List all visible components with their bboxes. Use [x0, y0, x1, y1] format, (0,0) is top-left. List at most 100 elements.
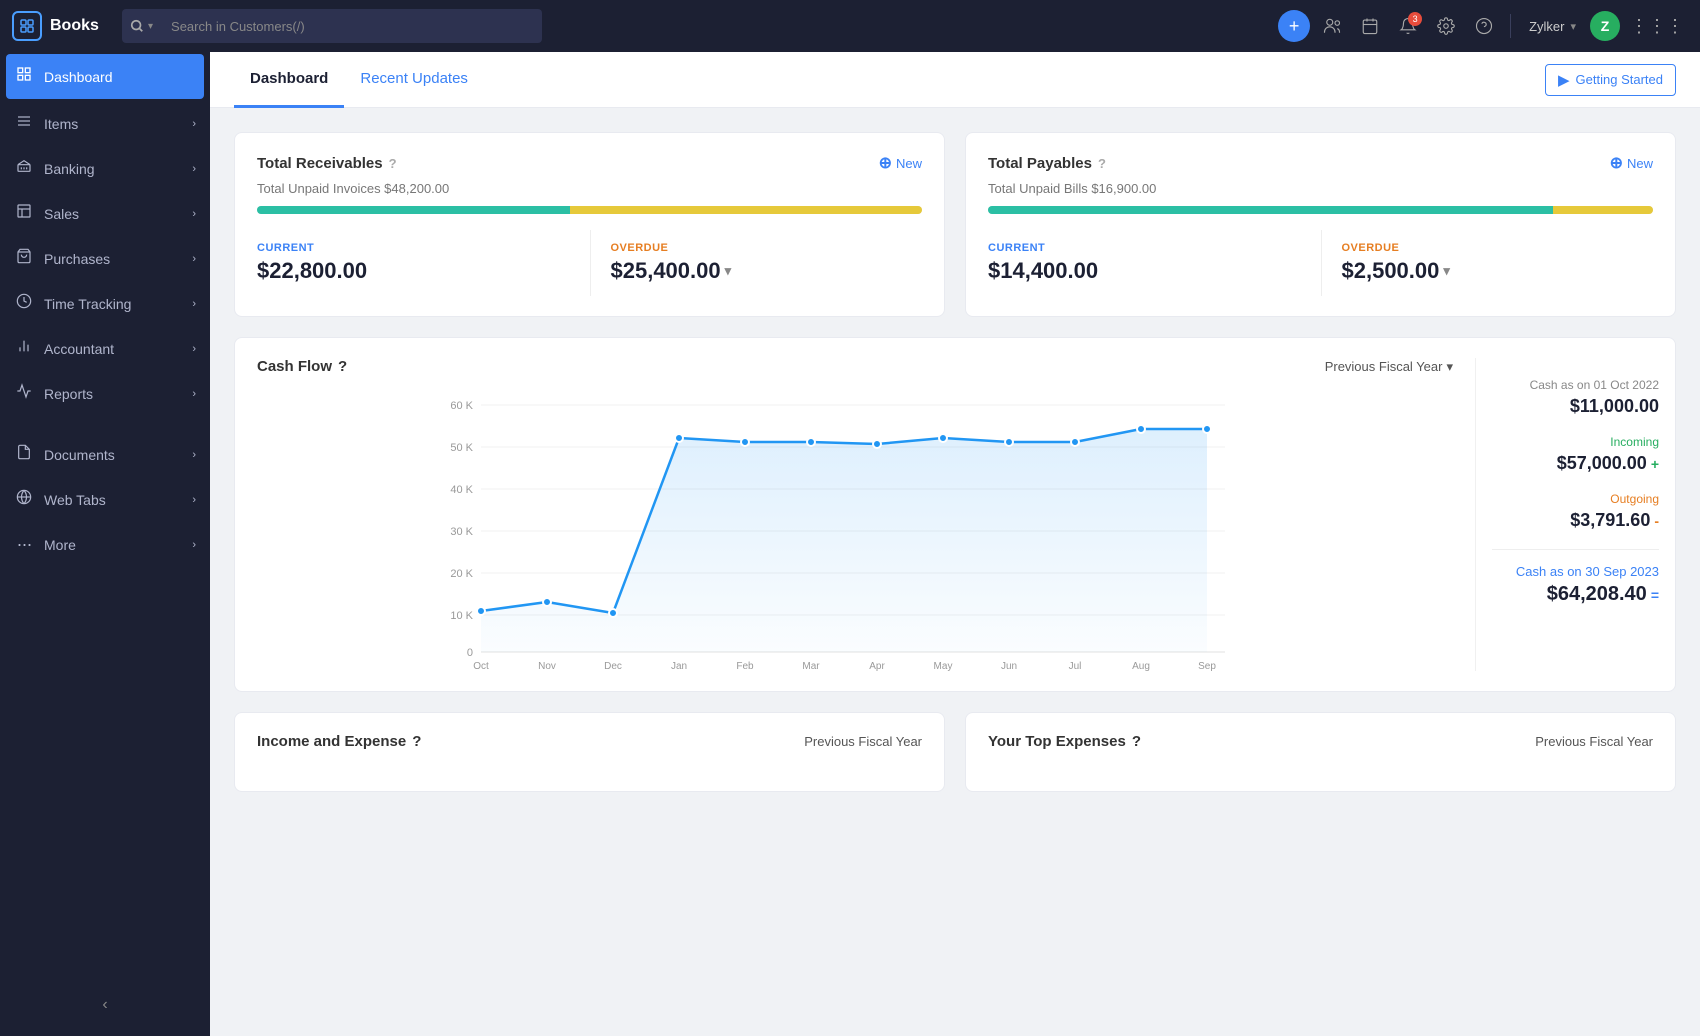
receivables-card: Total Receivables ? ⊕ New Total Unpaid I…: [234, 132, 945, 317]
app-grid-button[interactable]: ⋮⋮⋮: [1626, 12, 1688, 41]
sidebar-item-sales[interactable]: Sales ›: [0, 191, 210, 236]
receivables-current-metric: CURRENT $22,800.00: [257, 230, 590, 296]
sidebar-item-label: Documents: [44, 447, 115, 463]
sidebar-item-web-tabs[interactable]: Web Tabs ›: [0, 477, 210, 522]
cashflow-card: Cash Flow ? Previous Fiscal Year ▾ 60 K …: [234, 337, 1676, 692]
search-mode-button[interactable]: ▾: [122, 9, 161, 43]
help-icon-button[interactable]: [1468, 10, 1500, 42]
reports-icon: [14, 383, 34, 404]
more-icon: ···: [14, 534, 34, 555]
cashflow-stats: Cash as on 01 Oct 2022 $11,000.00 Incomi…: [1475, 358, 1675, 671]
svg-text:Jan: Jan: [671, 661, 687, 671]
chevron-right-icon: ›: [192, 163, 196, 175]
overdue-dropdown-icon[interactable]: ▾: [725, 263, 732, 279]
sidebar-item-label: Items: [44, 116, 78, 132]
web-tabs-icon: [14, 489, 34, 510]
svg-text:Feb: Feb: [736, 661, 754, 671]
receivables-overdue-bar: [570, 206, 922, 214]
search-wrap: ▾: [122, 9, 542, 43]
sidebar-item-label: Purchases: [44, 251, 110, 267]
main-content: Dashboard Recent Updates ▶ Getting Start…: [210, 52, 1700, 1036]
chevron-right-icon: ›: [192, 388, 196, 400]
contacts-icon-button[interactable]: [1316, 10, 1348, 42]
svg-text:30 K: 30 K: [450, 526, 473, 538]
sidebar-item-label: Dashboard: [44, 69, 113, 85]
help-icon[interactable]: ?: [1098, 156, 1106, 171]
search-input[interactable]: [161, 9, 542, 43]
settings-icon-button[interactable]: [1430, 10, 1462, 42]
incoming-value: $57,000.00 +: [1492, 453, 1659, 474]
purchases-icon: [14, 248, 34, 269]
svg-text:Jun: Jun: [1001, 661, 1017, 671]
add-button[interactable]: +: [1278, 10, 1310, 42]
sidebar-item-label: Reports: [44, 386, 93, 402]
sidebar-item-documents[interactable]: Documents ›: [0, 432, 210, 477]
chevron-right-icon: ›: [192, 494, 196, 506]
top-expenses-period-select[interactable]: Previous Fiscal Year: [1535, 734, 1653, 749]
user-menu-button[interactable]: Zylker ▾: [1521, 15, 1584, 38]
receivables-metrics: CURRENT $22,800.00 OVERDUE $25,400.00 ▾: [257, 230, 922, 296]
notifications-button[interactable]: 3: [1392, 10, 1424, 42]
sidebar-item-label: Accountant: [44, 341, 114, 357]
chevron-right-icon: ›: [192, 208, 196, 220]
sidebar-item-dashboard[interactable]: Dashboard: [6, 54, 204, 99]
opening-stat: Cash as on 01 Oct 2022 $11,000.00: [1492, 378, 1659, 417]
notification-badge: 3: [1408, 12, 1422, 26]
receivables-overdue-value: $25,400.00 ▾: [611, 258, 923, 284]
topnav: Books ▾ + 3 Zylker ▾: [0, 0, 1700, 52]
cashflow-period-select[interactable]: Previous Fiscal Year ▾: [1325, 359, 1453, 375]
chevron-right-icon: ›: [192, 118, 196, 130]
content-body: Total Receivables ? ⊕ New Total Unpaid I…: [210, 108, 1700, 1036]
payables-current-value: $14,400.00: [988, 258, 1321, 284]
payables-overdue-value: $2,500.00 ▾: [1342, 258, 1654, 284]
accountant-icon: [14, 338, 34, 359]
tab-dashboard[interactable]: Dashboard: [234, 52, 344, 108]
chevron-right-icon: ›: [192, 449, 196, 461]
bottom-row: Income and Expense ? Previous Fiscal Yea…: [234, 712, 1676, 792]
help-icon[interactable]: ?: [389, 156, 397, 171]
sidebar-item-more[interactable]: ··· More ›: [0, 522, 210, 567]
logo-icon: [12, 11, 42, 41]
help-icon[interactable]: ?: [338, 358, 347, 375]
payables-current-bar: [988, 206, 1553, 214]
sidebar-item-label: Web Tabs: [44, 492, 106, 508]
cashflow-main: Cash Flow ? Previous Fiscal Year ▾ 60 K …: [257, 358, 1475, 671]
sidebar-item-reports[interactable]: Reports ›: [0, 371, 210, 416]
sidebar-collapse-button[interactable]: ‹: [0, 984, 210, 1026]
closing-stat: Cash as on 30 Sep 2023 $64,208.40 =: [1492, 549, 1659, 606]
banking-icon: [14, 158, 34, 179]
metrics-row: Total Receivables ? ⊕ New Total Unpaid I…: [234, 132, 1676, 317]
help-icon[interactable]: ?: [1132, 733, 1141, 750]
svg-text:0: 0: [467, 647, 473, 659]
sidebar-item-label: Banking: [44, 161, 95, 177]
overdue-dropdown-icon[interactable]: ▾: [1443, 263, 1450, 279]
sidebar-item-purchases[interactable]: Purchases ›: [0, 236, 210, 281]
sidebar-item-accountant[interactable]: Accountant ›: [0, 326, 210, 371]
getting-started-button[interactable]: ▶ Getting Started: [1545, 64, 1676, 96]
outgoing-stat: Outgoing $3,791.60 -: [1492, 492, 1659, 531]
chevron-right-icon: ›: [192, 343, 196, 355]
income-expense-period-select[interactable]: Previous Fiscal Year: [804, 734, 922, 749]
svg-text:May: May: [934, 661, 953, 671]
chevron-down-icon: ▾: [1570, 20, 1576, 33]
payables-new-button[interactable]: ⊕ New: [1610, 153, 1653, 173]
help-icon[interactable]: ?: [412, 733, 421, 750]
tab-recent-updates[interactable]: Recent Updates: [344, 52, 484, 108]
avatar[interactable]: Z: [1590, 11, 1620, 41]
layout: Dashboard Items › Banking › Sales ›: [0, 52, 1700, 1036]
payables-overdue-metric: OVERDUE $2,500.00 ▾: [1321, 230, 1654, 296]
outgoing-value: $3,791.60 -: [1492, 510, 1659, 531]
svg-text:Sep: Sep: [1198, 661, 1216, 671]
receivables-new-button[interactable]: ⊕ New: [879, 153, 922, 173]
play-icon: ▶: [1558, 71, 1570, 89]
sidebar-item-banking[interactable]: Banking ›: [0, 146, 210, 191]
incoming-stat: Incoming $57,000.00 +: [1492, 435, 1659, 474]
app-name: Books: [50, 17, 99, 35]
content-header: Dashboard Recent Updates ▶ Getting Start…: [210, 52, 1700, 108]
sidebar-item-items[interactable]: Items ›: [0, 101, 210, 146]
calendar-icon-button[interactable]: [1354, 10, 1386, 42]
sidebar-item-time-tracking[interactable]: Time Tracking ›: [0, 281, 210, 326]
payables-overdue-bar: [1553, 206, 1653, 214]
opening-value: $11,000.00: [1492, 396, 1659, 417]
receivables-current-value: $22,800.00: [257, 258, 590, 284]
